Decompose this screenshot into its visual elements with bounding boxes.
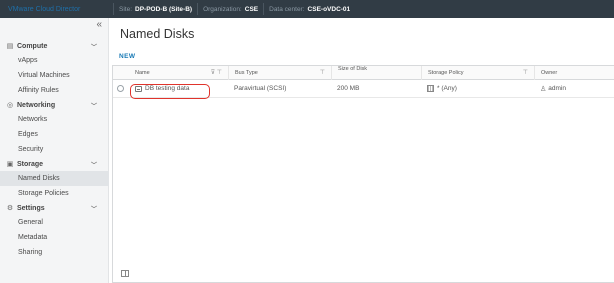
sidebar: « ▤ Compute ﹀ vApps Virtual Machines Aff… <box>0 18 109 283</box>
sidebar-section-networking[interactable]: ◎ Networking ﹀ <box>0 98 109 112</box>
row-radio-button[interactable] <box>116 85 124 92</box>
collapse-sidebar-icon[interactable]: « <box>96 20 102 30</box>
disk-icon <box>135 85 142 92</box>
disk-name-cell[interactable]: DB testing data <box>127 84 228 99</box>
column-header-label: Bus Type <box>235 69 258 76</box>
user-icon: ♙ <box>540 85 547 93</box>
sidebar-section-compute[interactable]: ▤ Compute ﹀ <box>0 39 109 53</box>
chevron-down-icon: ﹀ <box>90 206 97 213</box>
sidebar-section-label: Settings <box>17 204 45 212</box>
column-header-size[interactable]: Size of Disk <box>331 65 421 80</box>
sidebar-item-networks[interactable]: Networks <box>0 112 109 127</box>
column-header-bus-type[interactable]: Bus Type ⊤ <box>228 65 331 80</box>
named-disks-grid: Name ⊽ ⊤ Bus Type ⊤ Size of Disk Storage… <box>112 65 614 283</box>
context-bar: Site: DP-POD-B (Site-B) Organization: CS… <box>113 0 355 18</box>
top-bar: VMware Cloud Director Site: DP-POD-B (Si… <box>0 0 614 18</box>
column-header-name[interactable]: Name ⊽ ⊤ <box>127 66 228 80</box>
context-datacenter-value: CSE-oVDC-01 <box>307 5 351 13</box>
column-header-owner[interactable]: Owner <box>534 65 614 80</box>
sidebar-item-general[interactable]: General <box>0 215 109 230</box>
sidebar-item-vapps[interactable]: vApps <box>0 53 109 68</box>
sidebar-item-affinity-rules[interactable]: Affinity Rules <box>0 83 109 98</box>
sidebar-item-metadata[interactable]: Metadata <box>0 230 109 245</box>
context-site-key: Site: <box>119 5 133 13</box>
filter-icon[interactable]: ⊤ <box>320 69 325 76</box>
table-row[interactable]: DB testing data Paravirtual (SCSI) 200 M… <box>113 80 614 99</box>
storage-policy-value: * (Any) <box>437 85 457 92</box>
column-header-storage-policy[interactable]: Storage Policy ⊤ <box>421 65 534 80</box>
chevron-down-icon: ﹀ <box>90 44 97 51</box>
context-datacenter[interactable]: Data center: CSE-oVDC-01 <box>263 3 355 15</box>
owner-value: admin <box>548 85 566 92</box>
pin-filter-icons[interactable]: ⊽ ⊤ <box>211 69 222 76</box>
context-organization-key: Organization: <box>203 5 242 13</box>
sidebar-section-storage[interactable]: ▣ Storage ﹀ <box>0 157 109 171</box>
filter-icon[interactable]: ⊤ <box>523 69 528 76</box>
owner-cell: ♙ admin <box>534 85 614 93</box>
sidebar-item-edges[interactable]: Edges <box>0 127 109 142</box>
row-select-cell <box>113 85 127 92</box>
sidebar-section-label: Compute <box>17 42 48 50</box>
disk-name[interactable]: DB testing data <box>145 85 189 92</box>
main-content: Named Disks NEW Name ⊽ ⊤ Bus Type ⊤ Size… <box>110 18 614 283</box>
sidebar-item-security[interactable]: Security <box>0 142 109 157</box>
sidebar-item-sharing[interactable]: Sharing <box>0 245 109 260</box>
context-site-value: DP-POD-B (Site-B) <box>135 5 193 13</box>
page-title: Named Disks <box>120 27 195 41</box>
context-organization-value: CSE <box>244 5 259 13</box>
sidebar-item-named-disks[interactable]: Named Disks <box>0 171 109 186</box>
context-datacenter-key: Data center: <box>269 5 305 13</box>
context-organization[interactable]: Organization: CSE <box>197 3 263 15</box>
sidebar-item-storage-policies[interactable]: Storage Policies <box>0 186 109 201</box>
networking-icon: ◎ <box>6 102 14 109</box>
column-header-label: Storage Policy <box>428 69 464 76</box>
chevron-down-icon: ﹀ <box>90 162 97 169</box>
compute-icon: ▤ <box>6 43 14 50</box>
sidebar-section-label: Storage <box>17 160 44 168</box>
settings-icon: ⚙ <box>6 205 14 212</box>
bus-type-cell: Paravirtual (SCSI) <box>234 85 287 92</box>
brand-title[interactable]: VMware Cloud Director <box>0 0 113 18</box>
grid-header: Name ⊽ ⊤ Bus Type ⊤ Size of Disk Storage… <box>113 65 614 80</box>
storage-policy-icon <box>427 85 434 92</box>
sidebar-item-virtual-machines[interactable]: Virtual Machines <box>0 68 109 83</box>
column-toggle-icon[interactable] <box>121 269 129 277</box>
size-cell: 200 MB <box>337 85 360 92</box>
column-header-label: Name <box>135 69 150 76</box>
new-button[interactable]: NEW <box>119 53 135 60</box>
sidebar-nav: ▤ Compute ﹀ vApps Virtual Machines Affin… <box>0 39 109 260</box>
context-site[interactable]: Site: DP-POD-B (Site-B) <box>113 3 197 15</box>
sidebar-section-label: Networking <box>17 101 56 109</box>
storage-policy-cell: * (Any) <box>421 85 534 92</box>
grid-footer <box>113 264 614 282</box>
sidebar-section-settings[interactable]: ⚙ Settings ﹀ <box>0 201 109 215</box>
storage-icon: ▣ <box>6 161 14 168</box>
chevron-down-icon: ﹀ <box>90 103 97 110</box>
